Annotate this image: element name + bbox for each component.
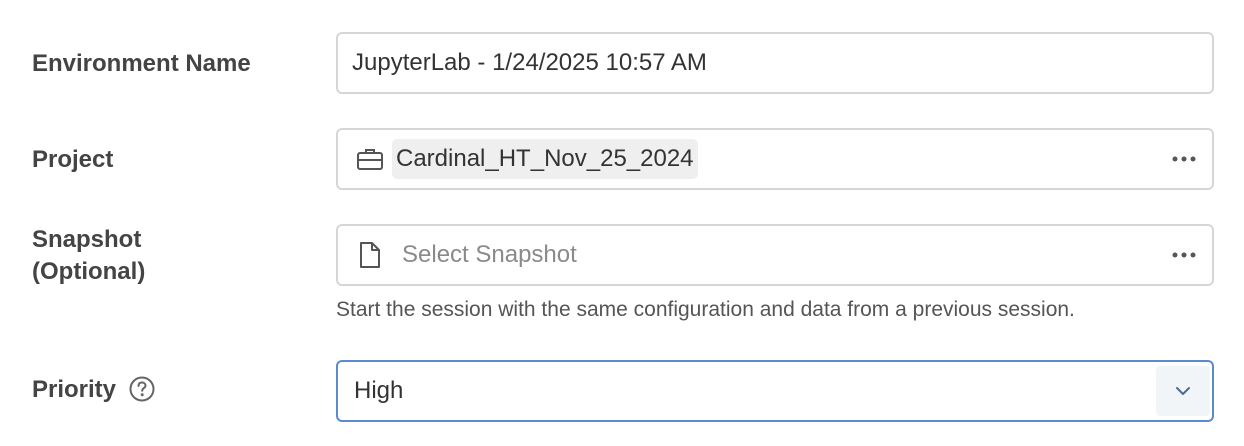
environment-name-value: JupyterLab - 1/24/2025 10:57 AM (352, 49, 707, 76)
question-circle-icon[interactable] (129, 376, 155, 402)
snapshot-label: Snapshot (Optional) (32, 224, 145, 288)
ellipsis-icon[interactable] (1168, 239, 1200, 271)
environment-name-label: Environment Name (32, 50, 251, 77)
priority-select[interactable]: High (336, 360, 1214, 422)
chevron-down-icon[interactable] (1156, 366, 1210, 416)
briefcase-icon (356, 147, 384, 171)
project-label: Project (32, 146, 114, 173)
priority-value: High (354, 377, 404, 404)
snapshot-selector[interactable]: Select Snapshot (336, 224, 1214, 286)
snapshot-label-line1: Snapshot (32, 226, 142, 253)
document-icon (358, 241, 382, 269)
priority-label-text: Priority (32, 376, 117, 403)
priority-label: Priority (32, 374, 155, 406)
snapshot-placeholder: Select Snapshot (402, 241, 577, 268)
snapshot-label-line2: (Optional) (32, 258, 146, 285)
environment-name-input[interactable]: JupyterLab - 1/24/2025 10:57 AM (336, 32, 1214, 94)
environment-form: Environment Name JupyterLab - 1/24/2025 … (0, 0, 1244, 446)
project-selector[interactable]: Cardinal_HT_Nov_25_2024 (336, 128, 1214, 190)
snapshot-help-text: Start the session with the same configur… (336, 298, 1075, 321)
ellipsis-icon[interactable] (1168, 143, 1200, 175)
project-chip: Cardinal_HT_Nov_25_2024 (392, 139, 698, 179)
